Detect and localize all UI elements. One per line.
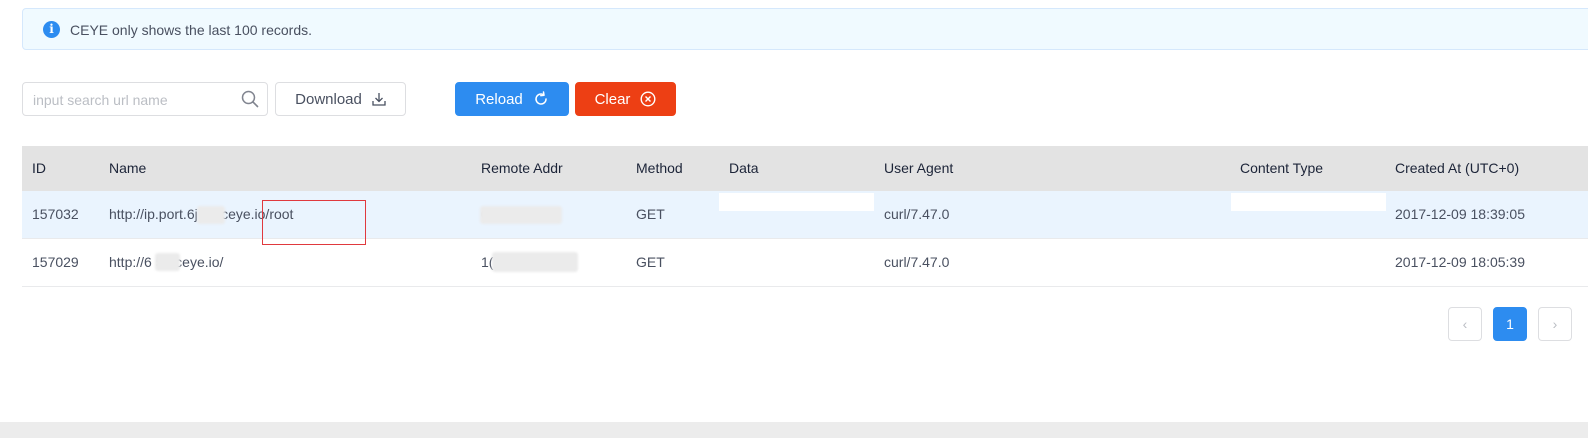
column-header-id[interactable]: ID bbox=[32, 146, 46, 191]
info-icon: i bbox=[43, 21, 60, 38]
redaction-mark bbox=[155, 253, 180, 271]
pagination-next-button[interactable]: › bbox=[1538, 307, 1572, 341]
cell-method: GET bbox=[636, 206, 665, 222]
highlight-annotation bbox=[262, 200, 366, 245]
records-table: ID Name Remote Addr Method Data User Age… bbox=[22, 146, 1588, 287]
reload-button[interactable]: Reload bbox=[455, 82, 569, 116]
download-label: Download bbox=[295, 90, 362, 108]
page-number: 1 bbox=[1506, 316, 1514, 332]
column-header-created-at[interactable]: Created At (UTC+0) bbox=[1395, 146, 1519, 191]
table-header: ID Name Remote Addr Method Data User Age… bbox=[22, 146, 1588, 191]
cell-user-agent: curl/7.47.0 bbox=[884, 254, 950, 270]
search-input[interactable] bbox=[31, 83, 235, 117]
pagination-page-button[interactable]: 1 bbox=[1493, 307, 1527, 341]
redaction-mask bbox=[719, 193, 874, 211]
refresh-icon bbox=[535, 91, 547, 105]
search-icon[interactable] bbox=[241, 90, 259, 108]
redaction-mark bbox=[480, 206, 562, 224]
column-header-content-type[interactable]: Content Type bbox=[1240, 146, 1323, 191]
chevron-left-icon: ‹ bbox=[1462, 316, 1468, 332]
redaction-mask bbox=[1231, 193, 1386, 211]
cell-created-at: 2017-12-09 18:05:39 bbox=[1395, 254, 1525, 270]
search-box bbox=[22, 82, 268, 117]
info-alert: i CEYE only shows the last 100 records. bbox=[22, 8, 1588, 50]
column-header-name[interactable]: Name bbox=[109, 146, 146, 191]
close-circle-icon bbox=[640, 91, 656, 107]
column-header-user-agent[interactable]: User Agent bbox=[884, 146, 953, 191]
footer-bar bbox=[0, 422, 1588, 438]
cell-id: 157032 bbox=[32, 206, 79, 222]
cell-method: GET bbox=[636, 254, 665, 270]
download-button[interactable]: Download bbox=[275, 82, 406, 116]
pagination-prev-button[interactable]: ‹ bbox=[1448, 307, 1482, 341]
column-header-method[interactable]: Method bbox=[636, 146, 683, 191]
column-header-data[interactable]: Data bbox=[729, 146, 759, 191]
redaction-mark bbox=[492, 252, 578, 272]
download-icon bbox=[372, 93, 386, 106]
clear-label: Clear bbox=[594, 90, 631, 108]
alert-text: CEYE only shows the last 100 records. bbox=[70, 22, 313, 38]
redaction-mark bbox=[197, 206, 225, 224]
cell-user-agent: curl/7.47.0 bbox=[884, 206, 950, 222]
chevron-right-icon: › bbox=[1552, 316, 1558, 332]
cell-id: 157029 bbox=[32, 254, 79, 270]
cell-created-at: 2017-12-09 18:39:05 bbox=[1395, 206, 1525, 222]
table-row[interactable]: 157029 http://6 5b.ceye.io/ 1( GET curl/… bbox=[22, 239, 1588, 287]
clear-button[interactable]: Clear bbox=[575, 82, 676, 116]
reload-label: Reload bbox=[475, 90, 523, 108]
column-header-remote-addr[interactable]: Remote Addr bbox=[481, 146, 563, 191]
